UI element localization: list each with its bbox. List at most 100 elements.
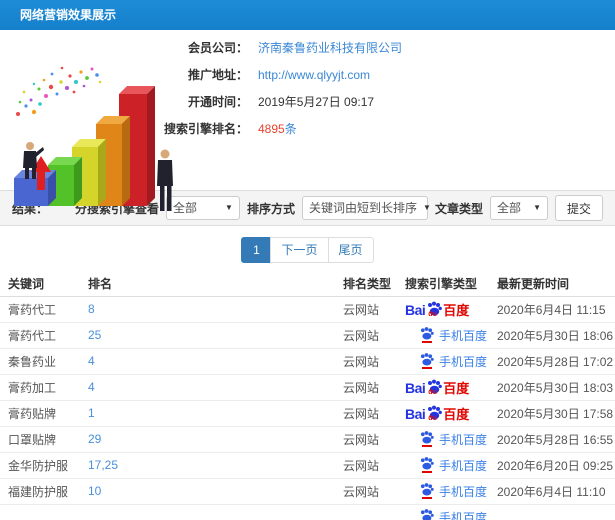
keyword-cell: 福建防护服 bbox=[8, 484, 69, 499]
keyword-cell: 膏药代工 bbox=[8, 302, 57, 317]
rank-link[interactable]: 25 bbox=[88, 328, 101, 342]
open-time-row: 开通时间： 2019年5月27日 09:17 bbox=[0, 94, 615, 111]
next-page-button[interactable]: 下一页 bbox=[270, 237, 329, 263]
rank-link[interactable]: 10 bbox=[88, 484, 101, 498]
rank-type-cell: 云网站 bbox=[343, 380, 380, 395]
promo-url-link[interactable]: http://www.qlyyjt.com bbox=[258, 67, 370, 84]
table-row: 膏药加工 4 云网站 Bai du 百度 2020年5月30日 18:03 bbox=[0, 374, 615, 401]
open-time-label: 开通时间： bbox=[187, 95, 248, 109]
sort-filter-label: 排序方式 bbox=[246, 201, 295, 216]
keyword-cell: 膏药贴牌 bbox=[8, 406, 57, 421]
engine-cell: 手机百度 bbox=[405, 322, 497, 349]
table-row: 手机百度 bbox=[0, 504, 615, 520]
article-type-label: 文章类型 bbox=[434, 201, 483, 216]
mobile-baidu-paw-icon bbox=[420, 483, 434, 496]
url-label: 推广地址： bbox=[187, 68, 248, 82]
updated-cell: 2020年6月4日 11:10 bbox=[497, 484, 606, 499]
mobile-baidu-paw-icon bbox=[420, 509, 434, 520]
table-row: 膏药贴牌 1 云网站 Bai du 百度 2020年5月30日 17:58 bbox=[0, 400, 615, 427]
mobile-baidu-logo: 手机百度 bbox=[419, 457, 487, 474]
url-row: 推广地址： http://www.qlyyjt.com bbox=[0, 67, 615, 84]
baidu-logo: Bai du 百度 bbox=[405, 379, 470, 396]
rank-link[interactable]: 1 bbox=[88, 406, 95, 420]
rank-type-cell: 云网站 bbox=[343, 406, 380, 421]
engine-cell: 手机百度 bbox=[405, 426, 497, 453]
rank-type-cell: 云网站 bbox=[343, 458, 380, 473]
chevron-down-icon: ▼ bbox=[422, 203, 431, 212]
mobile-baidu-logo: 手机百度 bbox=[419, 431, 487, 448]
window-title-bar: 网络营销效果展示 bbox=[0, 0, 615, 30]
rank-type-cell: 云网站 bbox=[343, 328, 380, 343]
updated-cell: 2020年6月20日 09:25 bbox=[497, 458, 614, 473]
baidu-logo: Bai du 百度 bbox=[405, 301, 470, 318]
rank-type-cell: 云网站 bbox=[343, 484, 380, 499]
company-link[interactable]: 济南秦鲁药业科技有限公司 bbox=[258, 40, 402, 57]
logo-underline bbox=[421, 497, 432, 499]
table-row: 膏药代工 25 云网站 手机百度 2020年5月30日 18:06 bbox=[0, 322, 615, 349]
table-row: 膏药代工 8 云网站 Bai du 百度 2020年6月4日 11:15 bbox=[0, 296, 615, 323]
company-label: 会员公司： bbox=[187, 41, 248, 55]
rank-type-cell: 云网站 bbox=[343, 302, 380, 317]
keyword-cell: 膏药代工 bbox=[8, 328, 57, 343]
col-header-updated: 最新更新时间 bbox=[497, 272, 615, 297]
member-info: 会员公司： 济南秦鲁药业科技有限公司 推广地址： http://www.qlyy… bbox=[0, 40, 615, 148]
open-time-value: 2019年5月27日 09:17 bbox=[258, 95, 375, 109]
keyword-ranking-table: 关键词 排名 排名类型 搜索引擎类型 最新更新时间 膏药代工 8 云网站 Bai… bbox=[0, 272, 615, 520]
keyword-cell: 秦鲁药业 bbox=[8, 354, 57, 369]
logo-underline bbox=[421, 341, 432, 343]
updated-cell: 2020年6月4日 11:15 bbox=[497, 302, 606, 317]
col-header-keyword: 关键词 bbox=[0, 272, 88, 297]
table-row: 金华防护服 17,25 云网站 手机百度 2020年6月20日 09:25 bbox=[0, 452, 615, 479]
mobile-baidu-paw-icon bbox=[420, 457, 434, 470]
mobile-baidu-logo: 手机百度 bbox=[419, 327, 487, 344]
company-row: 会员公司： 济南秦鲁药业科技有限公司 bbox=[0, 40, 615, 57]
keyword-cell: 口罩贴牌 bbox=[8, 432, 57, 447]
rank-link[interactable]: 29 bbox=[88, 432, 101, 446]
page-button-current[interactable]: 1 bbox=[241, 237, 272, 263]
sort-order-select[interactable]: 关键词由短到长排序 ▼ bbox=[301, 196, 431, 220]
mobile-baidu-paw-icon bbox=[420, 353, 434, 366]
summary-section: 会员公司： 济南秦鲁药业科技有限公司 推广地址： http://www.qlyy… bbox=[0, 30, 615, 211]
engine-rank-value: 4895条 bbox=[258, 122, 297, 136]
engine-cell: Bai du 百度 bbox=[405, 400, 497, 427]
mobile-baidu-paw-icon bbox=[420, 431, 434, 444]
col-header-rank: 排名 bbox=[88, 272, 343, 297]
rank-link[interactable]: 4 bbox=[88, 354, 95, 368]
table-header-row: 关键词 排名 排名类型 搜索引擎类型 最新更新时间 bbox=[0, 272, 615, 297]
mobile-baidu-logo: 手机百度 bbox=[419, 509, 487, 520]
rank-link[interactable]: 4 bbox=[88, 380, 95, 394]
rank-link[interactable]: 17,25 bbox=[88, 458, 118, 472]
logo-underline bbox=[421, 471, 432, 473]
keyword-cell: 膏药加工 bbox=[8, 380, 57, 395]
article-type-select[interactable]: 全部 ▼ bbox=[489, 196, 548, 220]
engine-cell: 手机百度 bbox=[405, 504, 497, 520]
updated-cell: 2020年5月28日 16:55 bbox=[497, 432, 614, 447]
engine-cell: 手机百度 bbox=[405, 452, 497, 479]
pagination: 1 下一页 尾页 bbox=[0, 237, 615, 263]
engine-cell: Bai du 百度 bbox=[405, 296, 497, 323]
mobile-baidu-paw-icon bbox=[420, 327, 434, 340]
mobile-baidu-logo: 手机百度 bbox=[419, 483, 487, 500]
updated-cell: 2020年5月30日 18:06 bbox=[497, 328, 614, 343]
logo-underline bbox=[421, 445, 432, 447]
keyword-cell: 金华防护服 bbox=[8, 458, 69, 473]
engine-rank-row: 搜索引擎排名： 4895条 bbox=[0, 121, 615, 138]
businessman-right bbox=[157, 149, 173, 211]
engine-cell: 手机百度 bbox=[405, 478, 497, 505]
engine-cell: Bai du 百度 bbox=[405, 374, 497, 401]
page-title: 网络营销效果展示 bbox=[20, 8, 117, 22]
table-body: 膏药代工 8 云网站 Bai du 百度 2020年6月4日 11:15 膏药代工 … bbox=[0, 296, 615, 520]
updated-cell: 2020年5月30日 17:58 bbox=[497, 406, 614, 421]
table-row: 秦鲁药业 4 云网站 手机百度 2020年5月28日 17:02 bbox=[0, 348, 615, 375]
chevron-down-icon: ▼ bbox=[533, 203, 541, 212]
baidu-logo: Bai du 百度 bbox=[405, 405, 470, 422]
last-page-button[interactable]: 尾页 bbox=[327, 237, 374, 263]
logo-underline bbox=[421, 367, 432, 369]
engine-cell: 手机百度 bbox=[405, 348, 497, 375]
col-header-engine-type: 搜索引擎类型 bbox=[405, 272, 497, 297]
engine-rank-label: 搜索引擎排名： bbox=[163, 122, 248, 136]
table-row: 口罩贴牌 29 云网站 手机百度 2020年5月28日 16:55 bbox=[0, 426, 615, 453]
submit-button[interactable]: 提交 bbox=[554, 195, 603, 221]
rank-link[interactable]: 8 bbox=[88, 302, 95, 316]
mobile-baidu-logo: 手机百度 bbox=[419, 353, 487, 370]
